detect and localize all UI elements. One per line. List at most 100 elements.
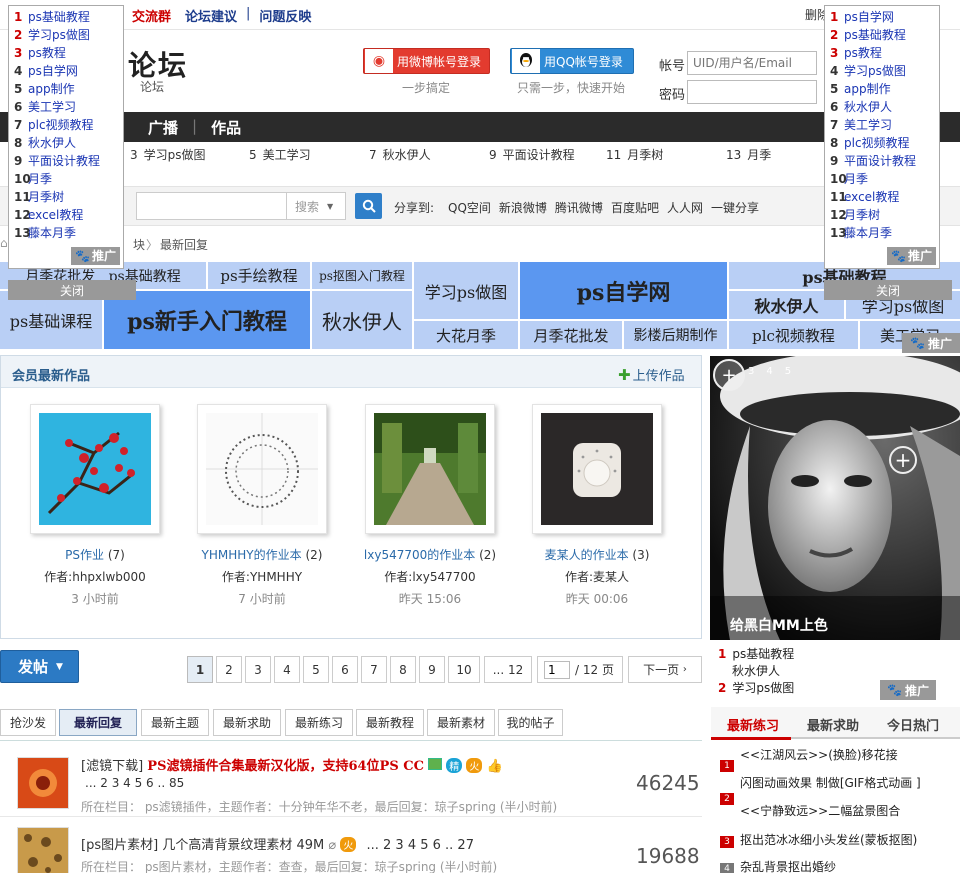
zoom-plus-icon[interactable]: + [889, 446, 917, 474]
share-oneclick[interactable]: 一键分享 [711, 199, 759, 216]
page-jump-input[interactable] [544, 660, 570, 679]
page-link[interactable]: 9 [419, 656, 445, 683]
ad-item[interactable]: 5 app制作 [9, 80, 123, 98]
work-author[interactable]: 作者:hhpxlwb000 [20, 568, 170, 585]
top-link-feedback[interactable]: 问题反映 [252, 6, 318, 25]
ad-item[interactable]: 6 美工学习 [9, 98, 123, 116]
right-list-item[interactable]: <<宁静致远>>二幅盆景图合 [720, 802, 900, 819]
share-sina[interactable]: 新浪微博 [499, 199, 547, 216]
hot-keyword[interactable]: 13 月季 [726, 146, 771, 163]
rank-item[interactable]: 秋水伊人 [718, 663, 794, 680]
ad-item[interactable]: 1 ps基础教程 [9, 8, 123, 26]
tab-latest-reply[interactable]: 最新回复 [59, 709, 137, 736]
ad-item[interactable]: 12excel教程 [9, 206, 123, 224]
work-name[interactable]: PS作业 [65, 548, 104, 562]
ad-item[interactable]: 1 ps自学网 [825, 8, 939, 26]
work-name[interactable]: YHMHHY的作业本 [202, 548, 302, 562]
page-link[interactable]: 4 [274, 656, 300, 683]
page-link[interactable]: 2 [216, 656, 242, 683]
ad-item[interactable]: 9 平面设计教程 [9, 152, 123, 170]
thread-thumbnail[interactable] [17, 827, 69, 873]
share-renren[interactable]: 人人网 [667, 199, 703, 216]
slide-number[interactable]: 3 [748, 366, 754, 377]
right-tab-practice[interactable]: 最新练习 [727, 715, 779, 734]
ad-item[interactable]: 12月季树 [825, 206, 939, 224]
promo-badge[interactable]: 🐾 推广 [902, 333, 960, 353]
ad-item[interactable]: 7 plc视频教程 [9, 116, 123, 134]
hot-keyword[interactable]: 5 美工学习 [249, 146, 311, 163]
tab-latest-practice[interactable]: 最新练习 [285, 709, 353, 736]
tab-latest-topic[interactable]: 最新主题 [141, 709, 209, 736]
work-thumbnail[interactable] [197, 404, 327, 534]
search-input[interactable] [136, 192, 286, 220]
page-link[interactable]: 10 [448, 656, 480, 683]
ad-item[interactable]: 3 ps教程 [9, 44, 123, 62]
slide-number[interactable]: 4 [766, 366, 772, 377]
thread-pages[interactable]: ... 2 3 4 5 6 .. 85 [85, 776, 184, 790]
upload-works-button[interactable]: ✚ 上传作品 [618, 365, 685, 384]
work-card[interactable]: YHMHHY的作业本 (2) 作者:YHMHHY 7 小时前 [187, 404, 337, 607]
tag-link[interactable]: ps抠图入门教程 [312, 262, 412, 289]
rank-item[interactable]: 1 ps基础教程 [718, 646, 794, 663]
promo-badge[interactable]: 🐾 推广 [887, 247, 936, 265]
ad-item[interactable]: 7 美工学习 [825, 116, 939, 134]
page-link[interactable]: 8 [390, 656, 416, 683]
nav-item-works[interactable]: 作品 [197, 117, 255, 138]
ad-item[interactable]: 5 app制作 [825, 80, 939, 98]
share-tieba[interactable]: 百度贴吧 [611, 199, 659, 216]
work-thumbnail[interactable] [365, 404, 495, 534]
right-list-item[interactable]: 4 杂乱背景抠出婚纱 [720, 858, 836, 873]
ad-item[interactable]: 8 秋水伊人 [9, 134, 123, 152]
right-tab-help[interactable]: 最新求助 [807, 715, 859, 734]
work-name[interactable]: lxy547700的作业本 [364, 548, 475, 562]
tag-link[interactable]: 秋水伊人 [312, 291, 412, 349]
tab-latest-material[interactable]: 最新素材 [427, 709, 495, 736]
work-author[interactable]: 作者:麦某人 [522, 568, 672, 585]
ad-close-button-left[interactable]: 关闭 [8, 280, 136, 300]
ad-item[interactable]: 11excel教程 [825, 188, 939, 206]
promo-badge[interactable]: 🐾 推广 [880, 680, 936, 700]
work-name[interactable]: 麦某人的作业本 [545, 548, 629, 562]
ad-item[interactable]: 2 学习ps做图 [9, 26, 123, 44]
next-page-button[interactable]: 下一页 › [628, 656, 702, 683]
right-list-item[interactable]: 闪图动画效果 制做[GIF格式动画 ] [720, 774, 921, 791]
new-post-button[interactable]: 发帖 ▼ [0, 650, 79, 683]
ad-item[interactable]: 10月季 [9, 170, 123, 188]
page-link[interactable]: 7 [361, 656, 387, 683]
ad-item[interactable]: 9 平面设计教程 [825, 152, 939, 170]
ad-item[interactable]: 6 秋水伊人 [825, 98, 939, 116]
search-button[interactable] [355, 193, 382, 219]
work-card[interactable]: lxy547700的作业本 (2) 作者:lxy547700 昨天 15:06 [355, 404, 505, 607]
right-list-item[interactable]: <<江湖风云>>(换脸)移花接 [720, 746, 898, 763]
tab-latest-help[interactable]: 最新求助 [213, 709, 281, 736]
tag-link[interactable]: ps手绘教程 [208, 262, 310, 289]
hot-keyword[interactable]: 7 秋水伊人 [369, 146, 431, 163]
featured-slideshow[interactable] [710, 352, 960, 640]
tag-link[interactable]: 影楼后期制作 [624, 321, 727, 349]
tab-latest-tutorial[interactable]: 最新教程 [356, 709, 424, 736]
thread-thumbnail[interactable] [17, 757, 69, 809]
ad-item[interactable]: 8 plc视频教程 [825, 134, 939, 152]
ad-item[interactable]: 11月季树 [9, 188, 123, 206]
tag-link[interactable]: plc视频教程 [729, 321, 858, 349]
tab-sofa[interactable]: 抢沙发 [0, 709, 56, 736]
share-qzone[interactable]: QQ空间 [448, 199, 491, 216]
home-icon[interactable]: ⌂ [0, 236, 8, 250]
tag-link[interactable]: 月季花批发 [520, 321, 622, 349]
thread-title[interactable]: [滤镜下载] PS滤镜插件合集最新汉化版，支持64位PS CC 精 火 👍 [81, 755, 503, 774]
qq-login-button[interactable]: 用QQ帐号登录 [510, 48, 634, 74]
page-link[interactable]: 1 [187, 656, 213, 683]
top-link-group[interactable]: 交流群 [125, 6, 178, 25]
promo-badge[interactable]: 🐾 推广 [71, 247, 120, 265]
ad-item[interactable]: 3 ps教程 [825, 44, 939, 62]
ad-item[interactable]: 4 学习ps做图 [825, 62, 939, 80]
page-link[interactable]: ... 12 [484, 656, 532, 683]
thread-pages[interactable]: ... 2 3 4 5 6 .. 27 [366, 838, 474, 853]
tag-link[interactable]: 大花月季 [414, 321, 518, 349]
rank-item[interactable]: 2 学习ps做图 [718, 680, 794, 697]
work-thumbnail[interactable] [30, 404, 160, 534]
password-input[interactable] [687, 80, 817, 104]
search-type-select[interactable]: 搜索 ▼ [286, 192, 346, 220]
hot-keyword[interactable]: 3 学习ps做图 [130, 146, 206, 163]
breadcrumb-item[interactable]: 块 [133, 236, 145, 253]
